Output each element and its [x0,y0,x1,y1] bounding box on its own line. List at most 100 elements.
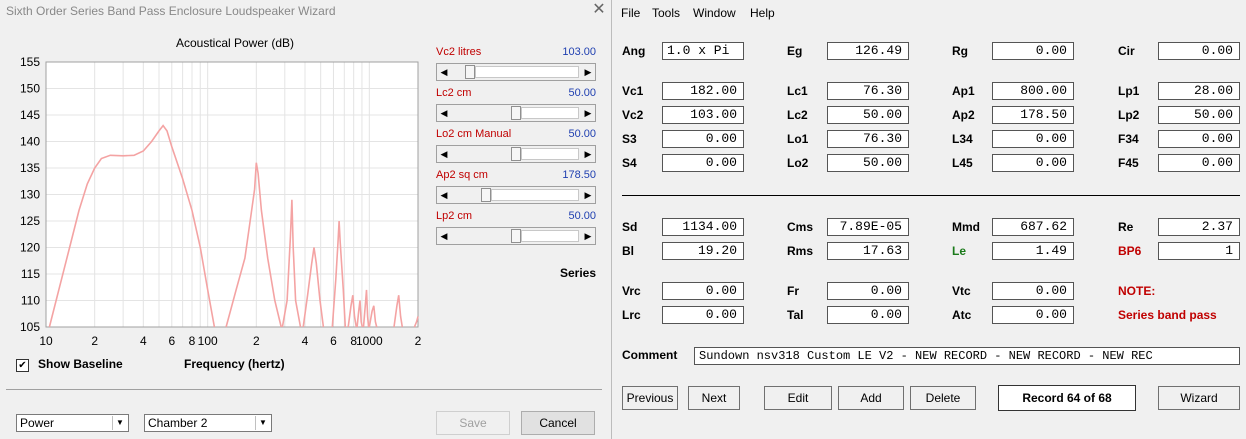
field-bp6[interactable]: 1 [1158,242,1240,260]
field-l45[interactable]: 0.00 [992,154,1074,172]
slider-value: 178.50 [562,169,596,181]
field-label: Ang [622,44,646,58]
arrow-left-icon[interactable]: ◀ [437,105,451,121]
field-ap1[interactable]: 800.00 [992,82,1074,100]
field-lrc[interactable]: 0.00 [662,306,744,324]
slider[interactable]: ◀ ▶ [436,227,596,245]
field-rms[interactable]: 17.63 [827,242,909,260]
y-tick-label: 130 [20,188,40,202]
slider-thumb[interactable] [511,106,521,120]
x-tick-label: 2 [253,334,260,348]
field-s4[interactable]: 0.00 [662,154,744,172]
field-lo1[interactable]: 76.30 [827,130,909,148]
arrow-left-icon[interactable]: ◀ [437,187,451,203]
field-lo2[interactable]: 50.00 [827,154,909,172]
arrow-right-icon[interactable]: ▶ [581,187,595,203]
field-ap2[interactable]: 178.50 [992,106,1074,124]
arrow-right-icon[interactable]: ▶ [581,146,595,162]
comment-field[interactable]: Sundown nsv318 Custom LE V2 - NEW RECORD… [694,347,1240,365]
field-le[interactable]: 1.49 [992,242,1074,260]
field-label: Le [952,244,967,258]
x-tick-label: 8 [189,334,196,348]
arrow-right-icon[interactable]: ▶ [581,64,595,80]
y-tick-label: 145 [20,108,40,122]
chart-title: Acoustical Power (dB) [175,36,295,50]
x-tick-label: 6 [168,334,175,348]
field-lp2[interactable]: 50.00 [1158,106,1240,124]
chamber-select-value: Chamber 2 [148,416,208,430]
slider[interactable]: ◀ ▶ [436,186,596,204]
close-icon[interactable]: ✕ [589,0,609,20]
slider-thumb[interactable] [511,147,521,161]
field-atc[interactable]: 0.00 [992,306,1074,324]
menu-window[interactable]: Window [693,6,736,20]
field-label: Lrc [622,308,641,322]
slider-thumb[interactable] [481,188,491,202]
field-bl[interactable]: 19.20 [662,242,744,260]
wizard-button[interactable]: Wizard [1158,386,1240,410]
arrow-right-icon[interactable]: ▶ [581,228,595,244]
slider[interactable]: ◀ ▶ [436,145,596,163]
previous-button[interactable]: Previous [622,386,678,410]
add-button[interactable]: Add [838,386,904,410]
edit-button[interactable]: Edit [764,386,832,410]
arrow-right-icon[interactable]: ▶ [581,105,595,121]
mode-select[interactable]: Power ▼ [16,414,129,432]
cancel-button[interactable]: Cancel [521,411,595,435]
delete-button[interactable]: Delete [910,386,976,410]
next-button[interactable]: Next [688,386,740,410]
slider[interactable]: ◀ ▶ [436,104,596,122]
field-label: Fr [787,284,799,298]
save-button[interactable]: Save [436,411,510,435]
field-sd[interactable]: 1134.00 [662,218,744,236]
field-eg[interactable]: 126.49 [827,42,909,60]
field-cms[interactable]: 7.89E-05 [827,218,909,236]
arrow-left-icon[interactable]: ◀ [437,146,451,162]
field-label: F45 [1118,156,1139,170]
field-ang[interactable]: 1.0 x Pi [662,42,744,60]
field-vtc[interactable]: 0.00 [992,282,1074,300]
field-label: Cir [1118,44,1135,58]
field-vc2[interactable]: 103.00 [662,106,744,124]
menu-tools[interactable]: Tools [652,6,680,20]
arrow-left-icon[interactable]: ◀ [437,64,451,80]
field-label: Sd [622,220,638,234]
slider-label: Lc2 cm [436,87,472,99]
field-label: Lc2 [787,108,808,122]
field-s3[interactable]: 0.00 [662,130,744,148]
field-label: BP6 [1118,244,1142,258]
field-lp1[interactable]: 28.00 [1158,82,1240,100]
y-tick-label: 110 [21,294,40,308]
field-label: L34 [952,132,973,146]
field-f45[interactable]: 0.00 [1158,154,1240,172]
comment-label: Comment [622,348,678,362]
x-tick-label: 6 [330,334,337,348]
menu-help[interactable]: Help [750,6,775,20]
field-re[interactable]: 2.37 [1158,218,1240,236]
field-lc1[interactable]: 76.30 [827,82,909,100]
field-vc1[interactable]: 182.00 [662,82,744,100]
field-rg[interactable]: 0.00 [992,42,1074,60]
field-tal[interactable]: 0.00 [827,306,909,324]
slider-thumb[interactable] [511,229,521,243]
field-cir[interactable]: 0.00 [1158,42,1240,60]
show-baseline-checkbox[interactable]: ✔ [16,359,29,372]
field-lc2[interactable]: 50.00 [827,106,909,124]
slider[interactable]: ◀ ▶ [436,63,596,81]
series-label: Series [560,266,597,280]
x-tick-label: 2 [415,334,422,348]
field-f34[interactable]: 0.00 [1158,130,1240,148]
field-label: Vtc [952,284,971,298]
slider-thumb[interactable] [465,65,475,79]
chamber-select[interactable]: Chamber 2 ▼ [144,414,272,432]
arrow-left-icon[interactable]: ◀ [437,228,451,244]
menu-file[interactable]: File [621,6,640,20]
field-mmd[interactable]: 687.62 [992,218,1074,236]
field-label: L45 [952,156,973,170]
field-label: S3 [622,132,637,146]
chevron-down-icon: ▼ [112,416,127,430]
field-vrc[interactable]: 0.00 [662,282,744,300]
field-fr[interactable]: 0.00 [827,282,909,300]
slider-track [475,66,579,78]
field-l34[interactable]: 0.00 [992,130,1074,148]
